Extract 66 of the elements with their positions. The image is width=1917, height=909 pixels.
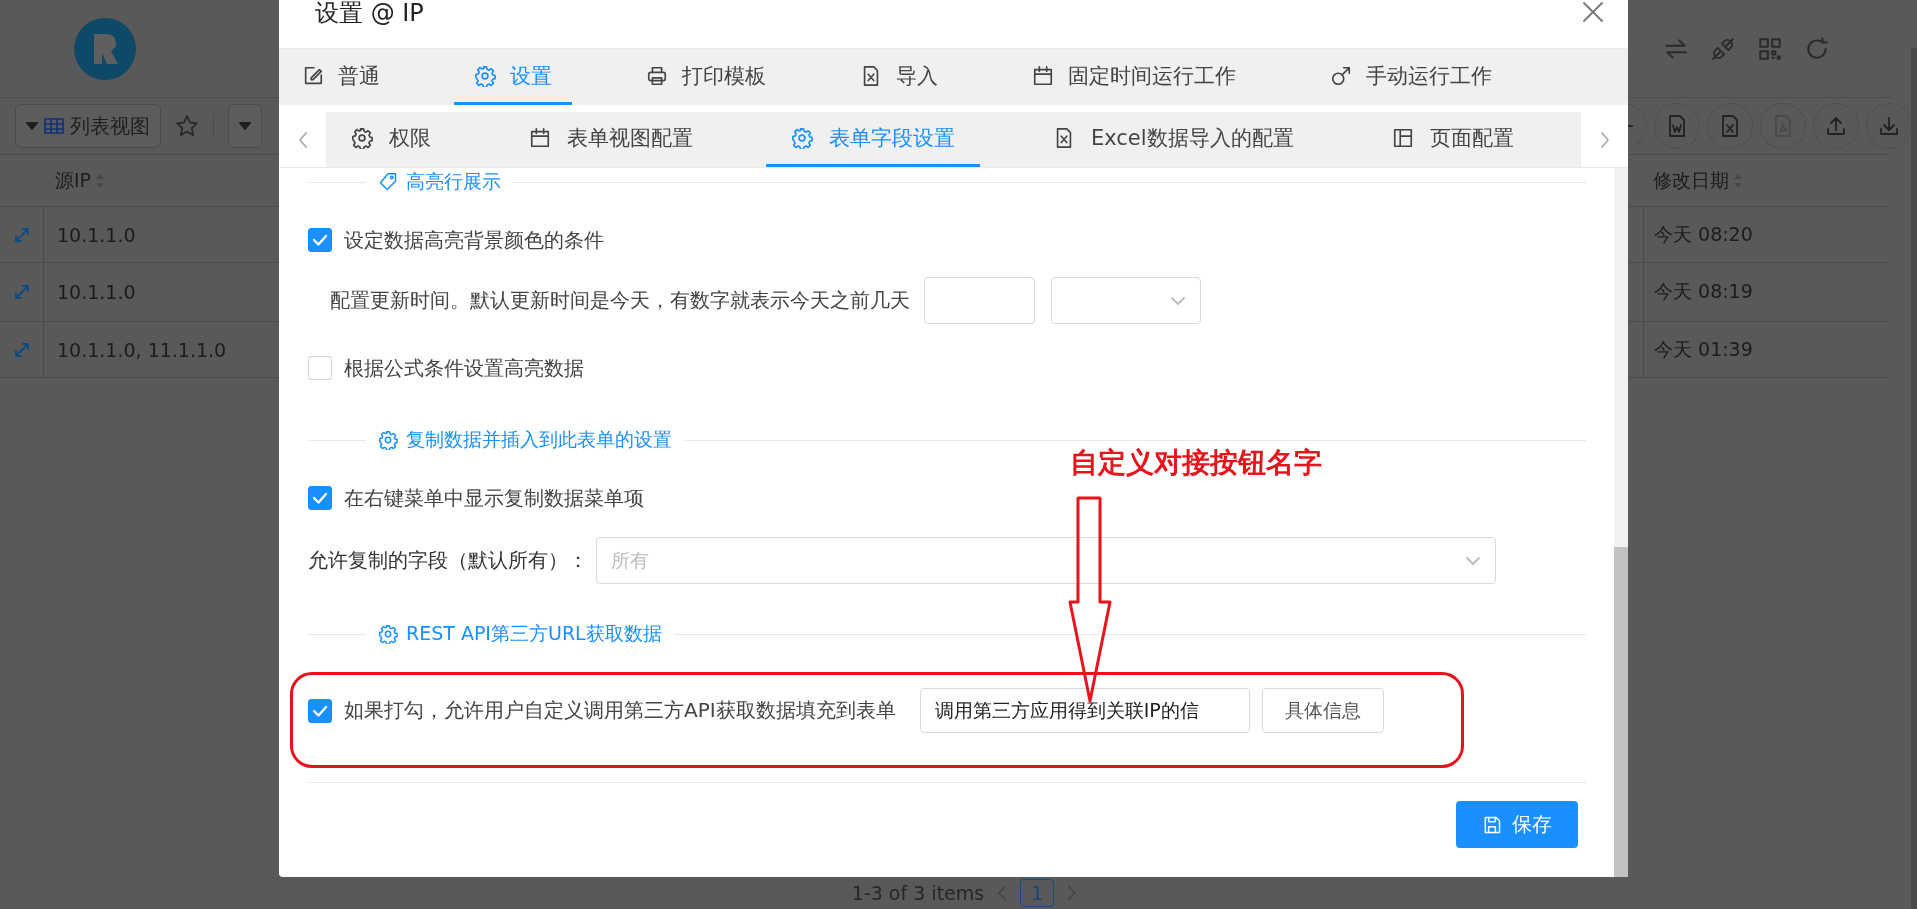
settings-icon <box>378 430 398 450</box>
table-cell: 今天 08:20 <box>1643 207 1890 263</box>
tab[interactable]: 打印模板 <box>626 49 786 105</box>
chevron-down-icon <box>1465 555 1481 566</box>
caret-icon <box>239 121 251 131</box>
tab[interactable]: 普通 <box>282 49 400 105</box>
section-title: REST API第三方URL获取数据 <box>406 621 662 646</box>
printer-icon <box>646 64 668 87</box>
tab[interactable]: 导入 <box>840 49 958 105</box>
table-cell: 今天 01:39 <box>1643 322 1890 378</box>
section-title: 复制数据并插入到此表单的设置 <box>406 427 672 452</box>
annotation-text: 自定义对接按钮名字 <box>1070 445 1322 481</box>
scrollbar[interactable] <box>1614 168 1628 877</box>
pencil-icon <box>302 64 324 87</box>
select-field[interactable] <box>1051 277 1201 324</box>
tab[interactable]: 固定时间运行工作 <box>1012 49 1256 105</box>
text-field[interactable]: 调用第三方应用得到关联IP的信 <box>919 688 1250 733</box>
close-button[interactable] <box>1581 0 1605 24</box>
checkbox-label: 设定数据高亮背景颜色的条件 <box>344 226 604 254</box>
number-field[interactable] <box>924 277 1035 324</box>
expand-icon[interactable] <box>12 225 31 244</box>
tab[interactable]: 权限 <box>326 112 456 167</box>
checkbox[interactable] <box>308 698 332 723</box>
settings-icon <box>791 127 813 149</box>
chevron-left-icon <box>296 130 309 149</box>
close-icon <box>1581 0 1605 24</box>
qr-code-icon[interactable] <box>1757 35 1783 62</box>
table-grid-icon <box>44 118 64 134</box>
layout-icon <box>1391 127 1414 149</box>
settings-icon <box>351 127 373 149</box>
logo-icon <box>74 17 136 80</box>
checkmark-icon <box>312 703 328 718</box>
tab[interactable]: 手动运行工作 <box>1310 49 1512 105</box>
checkbox-label: 在右键菜单中显示复制数据菜单项 <box>344 484 644 512</box>
caret-icon <box>26 121 38 131</box>
tab[interactable]: 表单视图配置 <box>504 112 718 167</box>
field-label: 允许复制的字段（默认所有）： <box>308 547 588 574</box>
settings-icon <box>474 64 496 87</box>
column-header: 源IP <box>55 167 92 193</box>
dropdown-button[interactable] <box>228 104 262 148</box>
checkbox[interactable] <box>308 228 332 252</box>
expand-icon[interactable] <box>12 340 31 359</box>
checkbox[interactable] <box>308 356 332 380</box>
tag-icon <box>378 172 398 192</box>
calendar-icon <box>1032 64 1054 87</box>
checkmark-icon <box>312 491 328 505</box>
male-symbol-icon <box>1330 64 1352 87</box>
dialog-title: 设置 @ IP <box>315 0 424 26</box>
calendar-icon <box>529 127 551 149</box>
chevron-right-icon <box>1598 130 1611 149</box>
expand-icon[interactable] <box>12 283 31 301</box>
checkbox-label: 如果打勾，允许用户自定义调用第三方API获取数据填充到表单 <box>344 697 896 724</box>
section-title: 高亮行展示 <box>406 169 501 194</box>
tab[interactable]: 页面配置 <box>1366 112 1539 167</box>
checkmark-icon <box>312 233 328 247</box>
plug-icon[interactable] <box>1710 35 1736 62</box>
star-icon[interactable] <box>175 114 199 138</box>
chevron-down-icon <box>1170 295 1186 306</box>
details-button[interactable]: 具体信息 <box>1261 688 1384 733</box>
checkbox[interactable] <box>308 486 332 510</box>
field-label: 配置更新时间。默认更新时间是今天，有数字就表示今天之前几天 <box>330 287 910 314</box>
column-header: 修改日期 <box>1653 167 1729 193</box>
refresh-icon[interactable] <box>1804 35 1830 62</box>
tab[interactable]: Excel数据导入的配置 <box>1028 112 1319 167</box>
table-cell: 今天 08:19 <box>1643 263 1890 322</box>
settings-icon <box>378 624 398 644</box>
